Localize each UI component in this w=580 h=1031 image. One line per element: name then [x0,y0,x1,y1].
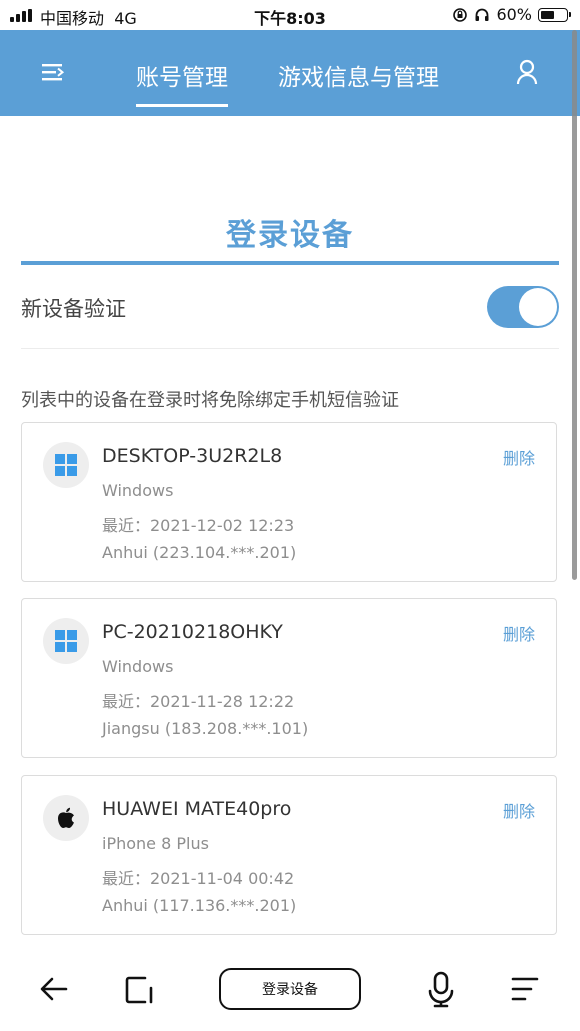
rotation-lock-icon [453,7,468,22]
device-last-login: 最近：2021-11-04 00:42 [102,869,295,888]
device-card: PC-20210218OHKY Windows 最近：2021-11-28 12… [21,598,557,758]
menu-lines-icon[interactable] [510,976,540,1002]
tabs-icon[interactable] [123,974,155,1006]
top-navbar: 账号管理 游戏信息与管理 [0,30,580,116]
new-device-verification-row: 新设备验证 [21,266,559,349]
device-card: DESKTOP-3U2R2L8 Windows 最近：2021-12-02 12… [21,422,557,582]
status-bar: 中国移动 4G 下午8:03 60% [0,0,580,30]
new-device-verification-toggle[interactable] [487,286,559,328]
user-icon[interactable] [514,58,540,86]
toggle-label: 新设备验证 [21,297,126,321]
device-name: HUAWEI MATE40pro [102,798,292,820]
tab-game-info-management[interactable]: 游戏信息与管理 [278,58,439,92]
windows-icon [43,442,89,488]
current-page-pill[interactable]: 登录设备 [219,968,361,1010]
battery-percent: 60% [496,5,532,24]
tab-account-management[interactable]: 账号管理 [136,58,228,107]
device-name: DESKTOP-3U2R2L8 [102,445,283,467]
delete-device-button[interactable]: 删除 [503,798,535,822]
device-last-login: 最近：2021-11-28 12:22 [102,692,295,711]
apple-icon [43,795,89,841]
page-title: 登录设备 [226,218,354,253]
menu-collapse-icon[interactable] [40,60,66,84]
device-last-login: 最近：2021-12-02 12:23 [102,516,295,535]
device-os: iPhone 8 Plus [102,834,209,853]
microphone-icon[interactable] [427,970,455,1008]
bottom-toolbar: 登录设备 [0,950,580,1031]
device-name: PC-20210218OHKY [102,621,283,643]
battery-icon [538,7,571,22]
device-os: Windows [102,481,174,500]
delete-device-button[interactable]: 删除 [503,621,535,645]
scrollbar[interactable] [572,30,577,580]
device-location: Anhui (223.104.***.201) [102,543,297,562]
headphones-icon [475,8,489,21]
windows-icon [43,618,89,664]
device-os: Windows [102,657,174,676]
delete-device-button[interactable]: 删除 [503,445,535,469]
device-location: Jiangsu (183.208.***.101) [102,719,309,738]
title-divider [21,261,559,265]
back-arrow-icon[interactable] [38,974,70,1004]
device-location: Anhui (117.136.***.201) [102,896,297,915]
toggle-knob [519,288,557,326]
device-list-description: 列表中的设备在登录时将免除绑定手机短信验证 [21,390,399,411]
device-card: HUAWEI MATE40pro iPhone 8 Plus 最近：2021-1… [21,775,557,935]
